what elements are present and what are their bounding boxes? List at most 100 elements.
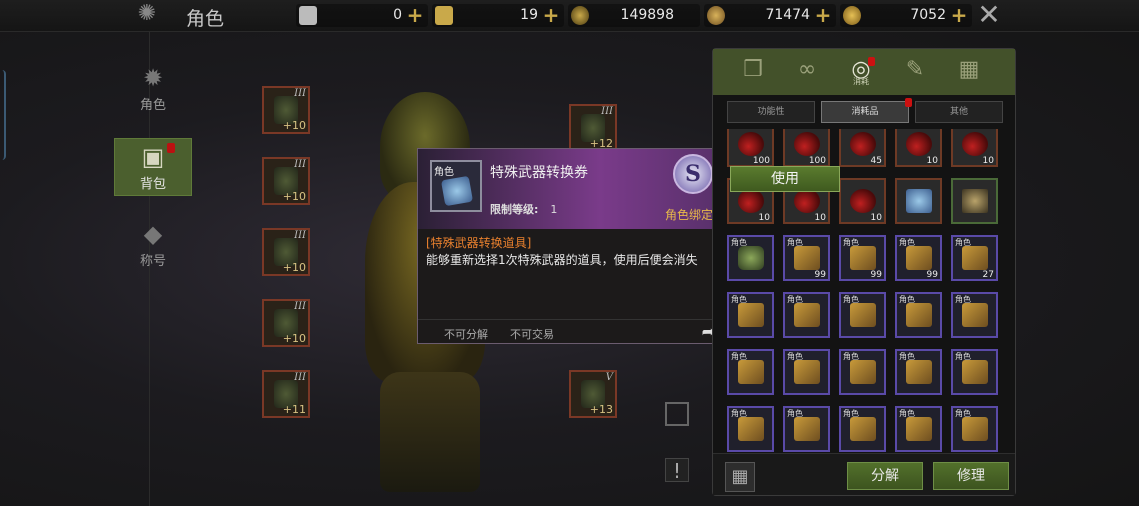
gold-coin-icon	[843, 6, 861, 25]
link-icon: ∞	[797, 57, 817, 82]
inventory-slot[interactable]: 角色	[727, 235, 774, 281]
box-icon	[738, 360, 764, 384]
wardrobe-icon[interactable]	[665, 402, 689, 426]
title-icon: ◆	[143, 220, 163, 248]
inventory-slot[interactable]: 角色	[895, 406, 942, 452]
equipment-slot[interactable]: V +13	[569, 370, 617, 418]
inventory-slot[interactable]: 角色 27	[951, 235, 998, 281]
subtab-other[interactable]: 其他	[915, 101, 1003, 123]
box-icon	[794, 303, 820, 327]
equipment-slot[interactable]: III +10	[262, 228, 310, 276]
item-tag: 角色	[899, 295, 915, 304]
equipment-slot[interactable]: III +10	[262, 86, 310, 134]
scroll-icon	[906, 189, 932, 213]
subtab-consumable[interactable]: 消耗品	[821, 98, 912, 123]
tab-card[interactable]: ▦	[941, 53, 997, 91]
game-logo-icon: ✺	[137, 1, 157, 26]
sidebar-item-character[interactable]: ✹ 角色	[114, 60, 192, 118]
level-requirement: 限制等级: 1	[490, 201, 557, 217]
item-icon: 角色	[430, 160, 482, 212]
inventory-slot[interactable]	[895, 178, 942, 224]
alert-icon[interactable]: !	[665, 458, 689, 483]
currency-value: 19	[520, 7, 538, 23]
item-category: [特殊武器转换道具]	[426, 236, 532, 250]
add-currency-button[interactable]: +	[542, 5, 560, 25]
inventory-slot[interactable]: 角色	[727, 349, 774, 395]
equipment-slot[interactable]: III +12	[569, 104, 617, 152]
equipment-slot[interactable]: III +10	[262, 299, 310, 347]
top-bar: ✺ 角色 0 + 19 + 149898 + 71474 + 7052 + ✕	[0, 0, 1139, 32]
notification-badge	[868, 57, 875, 66]
inventory-slot[interactable]: 角色	[783, 292, 830, 338]
page-title: 角色	[186, 8, 225, 30]
potion-icon	[906, 132, 932, 156]
box-icon	[906, 246, 932, 270]
inventory-slot[interactable]: 100	[783, 129, 830, 167]
inventory-slot[interactable]: 角色	[839, 349, 886, 395]
inventory-slot[interactable]: 10	[839, 178, 886, 224]
enhance-level: +10	[282, 190, 306, 203]
item-tag: 角色	[899, 238, 915, 247]
item-count: 10	[870, 213, 882, 223]
tab-label: 消耗	[853, 77, 869, 86]
gold-bag-icon	[707, 6, 725, 25]
close-icon[interactable]: ✕	[975, 1, 1003, 30]
potion-icon	[794, 189, 820, 213]
inventory-slot[interactable]: 角色	[951, 292, 998, 338]
item-description: 能够重新选择1次特殊武器的道具，使用后便会消失	[426, 253, 698, 267]
inventory-slot[interactable]: 角色 99	[839, 235, 886, 281]
inventory-slot[interactable]: 角色 99	[895, 235, 942, 281]
currency-card: 0 +	[296, 4, 428, 27]
inventory-slot[interactable]: 角色	[839, 292, 886, 338]
add-currency-button[interactable]: +	[406, 5, 424, 25]
box-icon	[738, 417, 764, 441]
inventory-slot[interactable]: 10	[895, 129, 942, 167]
grade-badge: S	[673, 154, 713, 194]
inventory-slot[interactable]: 角色	[839, 406, 886, 452]
use-button[interactable]: 使用	[730, 166, 840, 192]
decompose-button[interactable]: 分解	[847, 462, 923, 490]
inventory-slot[interactable]: 角色	[895, 349, 942, 395]
enhance-level: +10	[282, 261, 306, 274]
inventory-slot[interactable]: 角色	[951, 349, 998, 395]
inventory-slot[interactable]: 角色	[951, 406, 998, 452]
enhance-level: +13	[589, 403, 613, 416]
item-count: 100	[808, 156, 826, 166]
inventory-slot[interactable]: 角色	[783, 406, 830, 452]
tab-material[interactable]: ∞	[779, 53, 835, 91]
tier-label: III	[294, 372, 306, 383]
inventory-slot[interactable]: 100	[727, 129, 774, 167]
scroll-icon	[440, 175, 474, 207]
inventory-slot[interactable]	[951, 178, 998, 224]
item-tag: 角色	[731, 409, 747, 418]
item-count: 100	[752, 156, 770, 166]
sort-grid-icon[interactable]: ▦	[725, 462, 755, 492]
repair-button[interactable]: 修理	[933, 462, 1009, 490]
inventory-slot[interactable]: 角色	[783, 349, 830, 395]
tab-consumable[interactable]: ◎ 消耗	[833, 53, 889, 91]
equipment-slot[interactable]: III +10	[262, 157, 310, 205]
equipment-slot[interactable]: III +11	[262, 370, 310, 418]
sidebar-item-backpack[interactable]: ▣ 背包	[114, 138, 192, 196]
flag-no-trade: 不可交易	[510, 328, 554, 341]
item-tag: 角色	[899, 352, 915, 361]
side-drawer-handle[interactable]	[0, 70, 6, 160]
currency-value: 71474	[765, 7, 810, 23]
currency-value: 7052	[910, 7, 946, 23]
inventory-slot[interactable]: 角色	[895, 292, 942, 338]
subtab-functional[interactable]: 功能性	[727, 101, 815, 123]
tab-equipment[interactable]: ❒	[725, 53, 781, 91]
inventory-slot[interactable]: 角色	[727, 292, 774, 338]
enhance-level: +11	[282, 403, 306, 416]
inventory-slot[interactable]: 角色 99	[783, 235, 830, 281]
tab-avatar[interactable]: ✎	[887, 53, 943, 91]
add-currency-button[interactable]: +	[950, 5, 968, 25]
sidebar-item-title[interactable]: ◆ 称号	[114, 216, 192, 274]
inventory-slot[interactable]: 45	[839, 129, 886, 167]
add-currency-button[interactable]: +	[814, 5, 832, 25]
tier-label: III	[601, 106, 613, 117]
inventory-slot[interactable]: 角色	[727, 406, 774, 452]
box-icon	[850, 303, 876, 327]
item-tag: 角色	[843, 409, 859, 418]
inventory-slot[interactable]: 10	[951, 129, 998, 167]
